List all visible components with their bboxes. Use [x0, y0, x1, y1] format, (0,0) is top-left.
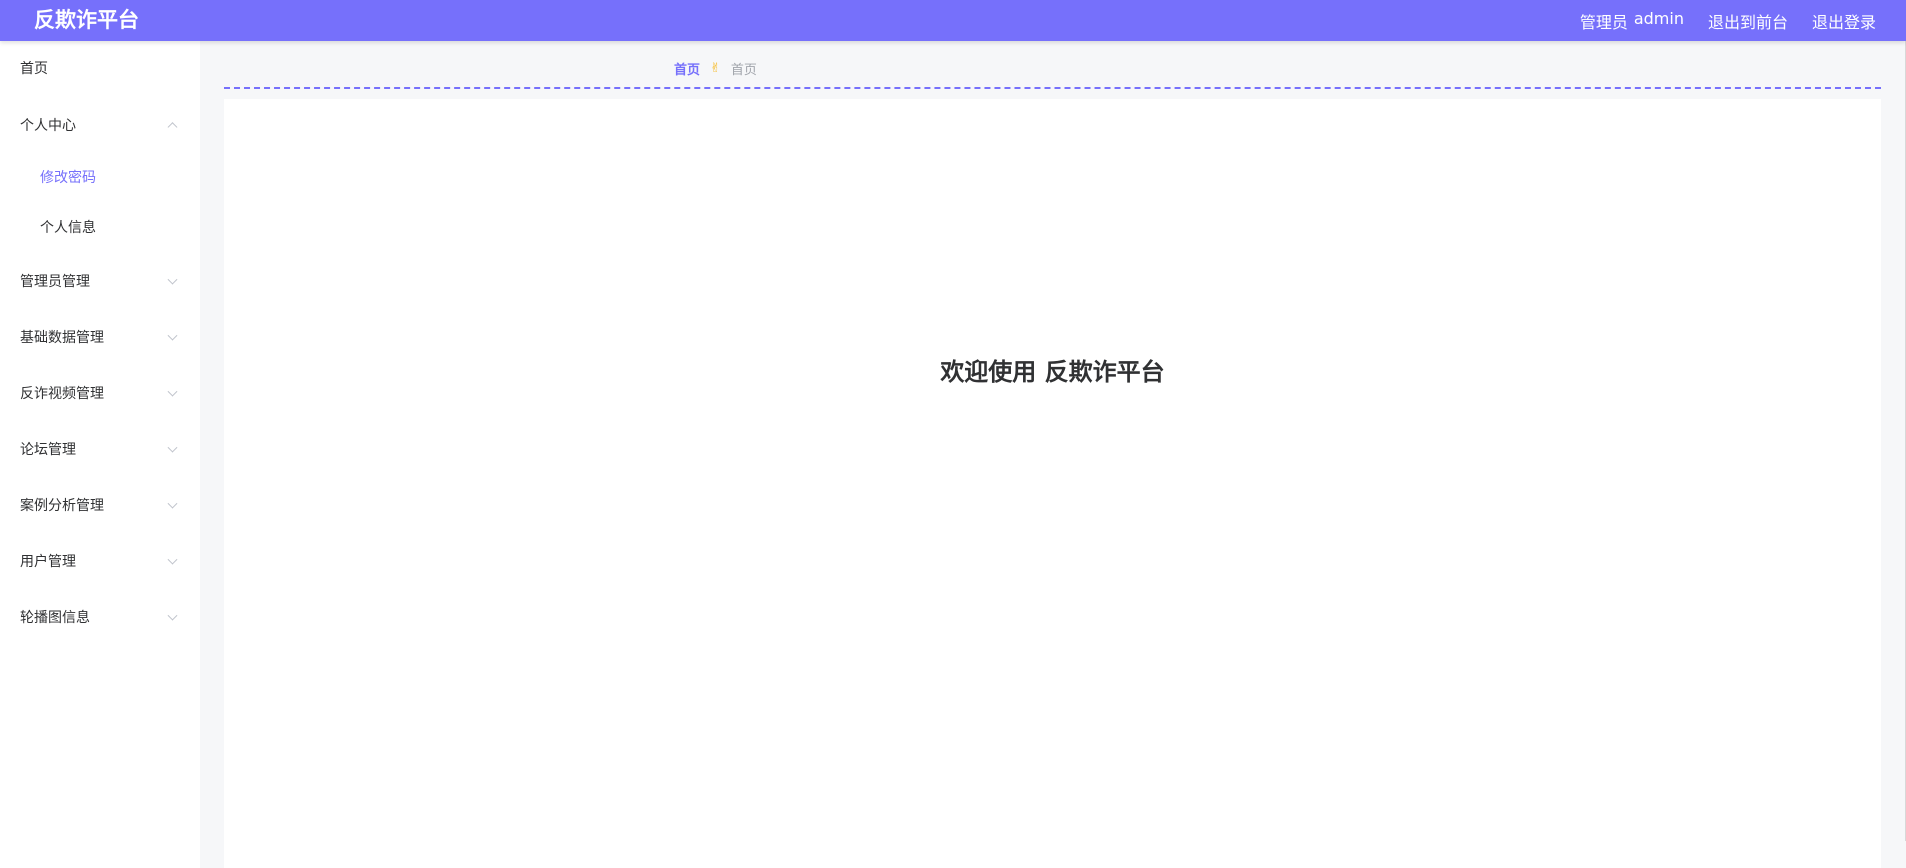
- sidebar-item-basic-data-management[interactable]: 基础数据管理: [0, 315, 200, 359]
- top-header: 反欺诈平台 管理员 admin 退出到前台 退出登录: [0, 0, 1906, 41]
- sidebar-item-label: 个人信息: [40, 220, 96, 236]
- welcome-message: 欢迎使用 反欺诈平台: [940, 358, 1165, 386]
- sidebar-item-video-management[interactable]: 反诈视频管理: [0, 371, 200, 415]
- breadcrumb-current: 首页: [730, 62, 757, 78]
- sidebar-item-case-analysis-management[interactable]: 案例分析管理: [0, 483, 200, 527]
- main-content-card: 欢迎使用 反欺诈平台: [224, 99, 1881, 868]
- sidebar-item-user-management[interactable]: 用户管理: [0, 539, 200, 583]
- sidebar-item-forum-management[interactable]: 论坛管理: [0, 427, 200, 471]
- chevron-down-icon: [167, 274, 178, 285]
- sidebar-item-admin-management[interactable]: 管理员管理: [0, 259, 200, 303]
- chevron-down-icon: [167, 610, 178, 621]
- sidebar-item-change-password[interactable]: 修改密码: [0, 155, 200, 199]
- chevron-down-icon: [167, 386, 178, 397]
- exit-to-front-link[interactable]: 退出到前台: [1708, 9, 1788, 33]
- sidebar-item-label: 反诈视频管理: [20, 386, 104, 402]
- sidebar-item-label: 基础数据管理: [20, 330, 104, 346]
- sidebar-item-carousel-info[interactable]: 轮播图信息: [0, 595, 200, 639]
- sidebar-item-label: 修改密码: [40, 170, 96, 186]
- victory-hand-icon: ✌: [710, 60, 721, 76]
- sidebar-item-label: 首页: [20, 61, 48, 77]
- chevron-down-icon: [167, 442, 178, 453]
- breadcrumb: 首页 ✌ 首页: [674, 58, 757, 78]
- sidebar-item-label: 轮播图信息: [20, 610, 90, 626]
- chevron-down-icon: [167, 498, 178, 509]
- sidebar-item-label: 用户管理: [20, 554, 76, 570]
- sidebar-item-label: 论坛管理: [20, 442, 76, 458]
- sidebar-menu: 首页 个人中心 修改密码 个人信息 管理员管理 基础数据管理 反诈视频管理 论坛…: [0, 41, 200, 868]
- sidebar-item-label: 管理员管理: [20, 274, 90, 290]
- sidebar-item-home[interactable]: 首页: [0, 46, 200, 90]
- chevron-down-icon: [167, 330, 178, 341]
- sidebar-item-label: 个人中心: [20, 118, 76, 134]
- logout-link[interactable]: 退出登录: [1812, 9, 1876, 33]
- sidebar-item-label: 案例分析管理: [20, 498, 104, 514]
- breadcrumb-home-link[interactable]: 首页: [674, 59, 700, 78]
- breadcrumb-divider: [224, 87, 1881, 89]
- user-name: admin: [1633, 8, 1684, 28]
- chevron-down-icon: [167, 554, 178, 565]
- chevron-up-icon: [167, 122, 178, 133]
- sidebar-item-personal-center[interactable]: 个人中心: [0, 103, 200, 147]
- sidebar-item-personal-info[interactable]: 个人信息: [0, 205, 200, 249]
- user-role: 管理员: [1579, 12, 1628, 32]
- current-user: 管理员 admin: [1580, 9, 1684, 33]
- app-title: 反欺诈平台: [34, 8, 139, 32]
- header-actions: 管理员 admin 退出到前台 退出登录: [1580, 0, 1876, 41]
